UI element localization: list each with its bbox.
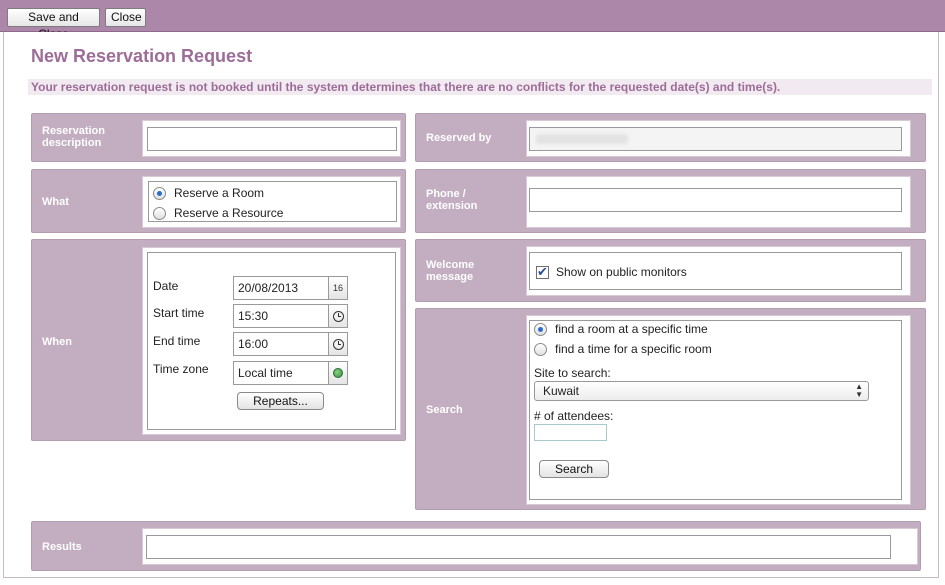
phone-panel: Phone / extension (415, 169, 926, 233)
attendees-label: # of attendees: (534, 409, 614, 423)
search-box: find a room at a specific time find a ti… (526, 315, 911, 505)
find-time-option[interactable]: find a time for a specific room (534, 342, 712, 356)
booking-notice: Your reservation request is not booked u… (28, 79, 932, 95)
reserve-room-option[interactable]: Reserve a Room (153, 186, 264, 200)
find-room-option[interactable]: find a room at a specific time (534, 322, 708, 336)
find-room-radio[interactable] (534, 322, 547, 336)
reserved-by-label: Reserved by (426, 132, 492, 144)
reserve-room-radio[interactable] (153, 186, 166, 200)
search-fields-group: find a room at a specific time find a ti… (529, 320, 902, 500)
reserved-by-panel: Reserved by (415, 113, 926, 162)
results-panel: Results (31, 521, 921, 571)
site-select-value: Kuwait (543, 384, 580, 398)
start-time-input[interactable]: 15:30 (233, 304, 329, 328)
find-time-label: find a time for a specific room (555, 342, 712, 356)
start-time-label: Start time (153, 306, 205, 320)
phone-input[interactable] (529, 188, 902, 212)
when-label: When (42, 336, 72, 348)
reserve-resource-radio[interactable] (153, 206, 166, 220)
results-label: Results (42, 541, 82, 553)
welcome-options-group: ✔ Show on public monitors (529, 252, 902, 290)
show-on-monitors-label: Show on public monitors (556, 265, 687, 279)
welcome-panel: Welcome message ✔ Show on public monitor… (415, 239, 926, 302)
results-box (142, 528, 918, 565)
search-button[interactable]: Search (539, 460, 609, 478)
show-on-monitors-option[interactable]: ✔ Show on public monitors (536, 264, 687, 279)
date-label: Date (153, 279, 179, 293)
find-time-radio[interactable] (534, 342, 547, 356)
what-options-group: Reserve a Room Reserve a Resource (148, 181, 397, 222)
reserve-resource-option[interactable]: Reserve a Resource (153, 206, 283, 220)
time-zone-label: Time zone (153, 362, 209, 376)
end-time-label: End time (153, 334, 201, 348)
when-panel: When Date 20/08/2013 16 Start time 15:30… (31, 239, 406, 441)
reservation-description-label: Reservation description (42, 125, 105, 149)
when-box: Date 20/08/2013 16 Start time 15:30 End … (142, 247, 401, 435)
reserved-by-input (529, 127, 902, 151)
globe-icon[interactable] (328, 361, 348, 385)
welcome-box: ✔ Show on public monitors (526, 246, 911, 296)
repeats-button[interactable]: Repeats... (237, 392, 324, 410)
redacted-name (536, 134, 628, 144)
time-zone-input[interactable]: Local time (233, 361, 329, 385)
site-to-search-label: Site to search: (534, 366, 611, 380)
search-label: Search (426, 404, 463, 416)
end-time-input[interactable]: 16:00 (233, 332, 329, 356)
page-title: New Reservation Request (31, 46, 253, 66)
results-list (146, 535, 891, 559)
up-down-arrows-icon: ▲ ▼ (855, 382, 863, 399)
reservation-description-input[interactable] (147, 127, 397, 151)
reserve-resource-label: Reserve a Resource (174, 206, 284, 220)
what-panel: What Reserve a Room Reserve a Resource (31, 169, 406, 233)
calendar-icon[interactable]: 16 (328, 276, 348, 300)
attendees-input[interactable] (534, 424, 607, 441)
reservation-description-panel: Reservation description (31, 113, 406, 162)
close-button[interactable]: Close (105, 8, 146, 27)
site-select[interactable]: Kuwait ▲ ▼ (534, 381, 869, 401)
welcome-label: Welcome message (426, 259, 475, 283)
what-box: Reserve a Room Reserve a Resource (142, 176, 401, 228)
end-clock-icon[interactable] (328, 332, 348, 356)
date-input[interactable]: 20/08/2013 (233, 276, 329, 300)
find-room-label: find a room at a specific time (555, 322, 708, 336)
start-clock-icon[interactable] (328, 304, 348, 328)
what-label: What (42, 196, 69, 208)
search-panel: Search find a room at a specific time fi… (415, 308, 926, 510)
when-fields-group: Date 20/08/2013 16 Start time 15:30 End … (147, 252, 396, 430)
phone-box (526, 176, 911, 228)
reserved-by-box (526, 120, 911, 157)
reservation-description-box (142, 120, 401, 157)
show-on-monitors-checkbox[interactable]: ✔ (536, 264, 549, 279)
save-and-close-button[interactable]: Save and Close (7, 8, 100, 41)
phone-label: Phone / extension (426, 188, 478, 212)
reserve-room-label: Reserve a Room (174, 186, 265, 200)
toolbar: Save and Close Close (0, 0, 945, 41)
